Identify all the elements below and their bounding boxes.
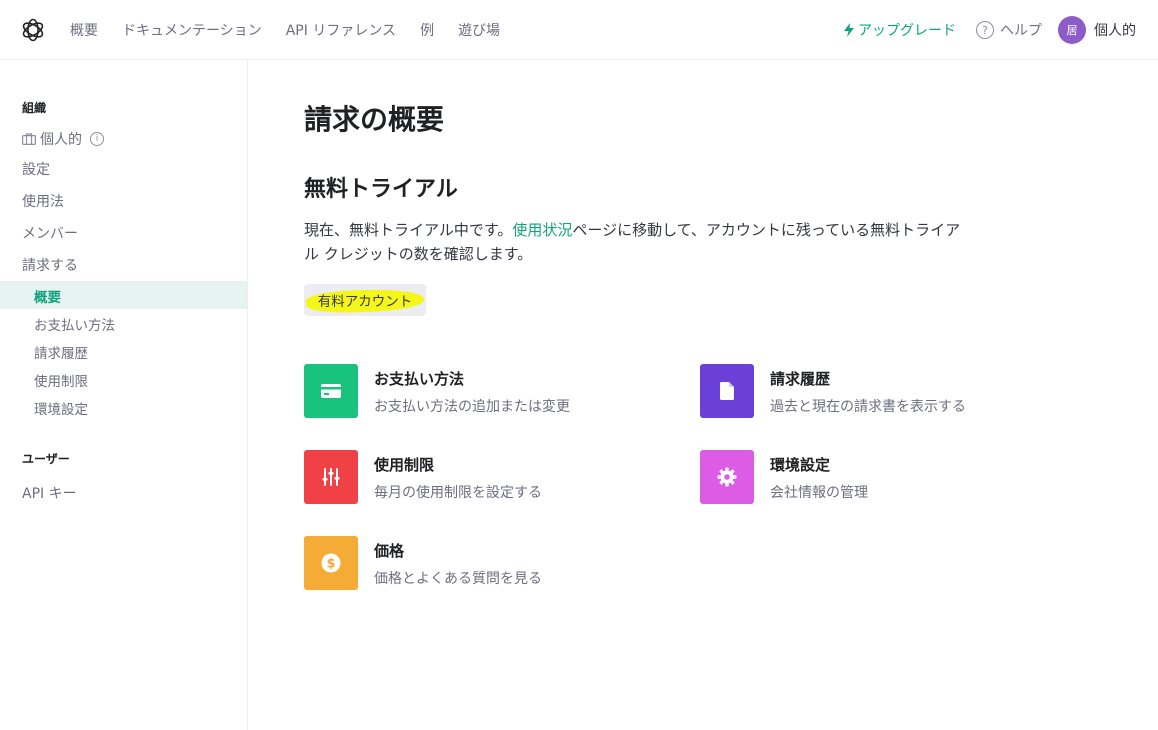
main-nav: 概要 ドキュメンテーション API リファレンス 例 遊び場	[70, 0, 524, 60]
card-title: 価格	[374, 542, 405, 560]
page-title: 請求の概要	[304, 103, 445, 136]
document-icon	[700, 364, 754, 418]
sidebar-item-api-keys[interactable]: API キー	[22, 483, 77, 503]
card-subtitle: 価格とよくある質問を見る	[374, 571, 542, 587]
usage-link[interactable]: 使用状況	[512, 221, 572, 239]
upgrade-label: アップグレード	[858, 23, 956, 39]
card-usage-limits[interactable]: 使用制限 毎月の使用制限を設定する	[304, 450, 542, 504]
user-label: 個人的	[1094, 23, 1136, 39]
avatar: 居	[1058, 16, 1086, 44]
card-pricing[interactable]: $ 価格 価格とよくある質問を見る	[304, 536, 542, 590]
paid-account-button[interactable]: 有料アカウント	[304, 284, 426, 316]
dollar-icon: $	[304, 536, 358, 590]
card-subtitle: 毎月の使用制限を設定する	[374, 485, 542, 501]
help-label: ヘルプ	[1000, 23, 1042, 39]
sidebar-sub-payment-methods[interactable]: お支払い方法	[34, 314, 115, 334]
nav-documentation[interactable]: ドキュメンテーション	[122, 20, 262, 40]
card-billing-history[interactable]: 請求履歴 過去と現在の請求書を表示する	[700, 364, 966, 418]
openai-logo-icon[interactable]	[20, 17, 46, 43]
card-subtitle: お支払い方法の追加または変更	[374, 399, 570, 415]
org-name: 個人的	[40, 132, 82, 148]
help-icon: ?	[976, 21, 994, 39]
paid-account-label: 有料アカウント	[317, 294, 413, 310]
help-link[interactable]: ? ヘルプ	[976, 20, 1042, 40]
org-selector[interactable]: 個人的 i	[22, 129, 104, 149]
gear-icon	[700, 450, 754, 504]
nav-api-reference[interactable]: API リファレンス	[286, 20, 396, 40]
nav-playground[interactable]: 遊び場	[458, 20, 500, 40]
card-title: 請求履歴	[770, 370, 831, 388]
sidebar-item-billing[interactable]: 請求する	[22, 255, 78, 275]
nav-examples[interactable]: 例	[420, 20, 434, 40]
card-title: 環境設定	[770, 456, 831, 474]
credit-card-icon	[304, 364, 358, 418]
sidebar-sub-overview[interactable]: 概要	[34, 286, 61, 306]
sidebar-sub-billing-history[interactable]: 請求履歴	[34, 342, 88, 362]
section-title: 無料トライアル	[304, 177, 458, 202]
sidebar-sub-preferences[interactable]: 環境設定	[34, 398, 88, 418]
user-menu[interactable]: 居 個人的	[1058, 16, 1136, 44]
card-subtitle: 会社情報の管理	[770, 485, 868, 501]
upgrade-link[interactable]: アップグレード	[843, 20, 956, 40]
desc-text-before: 現在、無料トライアル中です。	[304, 221, 513, 239]
sidebar-item-settings[interactable]: 設定	[22, 159, 50, 179]
briefcase-icon	[22, 133, 36, 145]
sidebar: 組織 個人的 i 設定 使用法 メンバー 請求する 概要 お支払い方法 請求履歴…	[0, 60, 248, 730]
sidebar-item-members[interactable]: メンバー	[22, 223, 78, 243]
lightning-icon	[844, 23, 854, 37]
top-navbar: 概要 ドキュメンテーション API リファレンス 例 遊び場 アップグレード ?…	[0, 0, 1158, 60]
card-title: 使用制限	[374, 456, 435, 474]
svg-text:$: $	[326, 557, 335, 572]
card-subtitle: 過去と現在の請求書を表示する	[770, 399, 966, 415]
sidebar-item-usage[interactable]: 使用法	[22, 191, 64, 211]
nav-overview[interactable]: 概要	[70, 20, 98, 40]
sliders-icon	[304, 450, 358, 504]
nav-right: アップグレード ? ヘルプ 居 個人的	[843, 0, 1136, 60]
sidebar-sub-usage-limits[interactable]: 使用制限	[34, 370, 88, 390]
card-preferences[interactable]: 環境設定 会社情報の管理	[700, 450, 868, 504]
info-icon[interactable]: i	[90, 132, 104, 146]
card-payment-methods[interactable]: お支払い方法 お支払い方法の追加または変更	[304, 364, 570, 418]
org-heading: 組織	[22, 101, 47, 115]
user-heading: ユーザー	[22, 452, 70, 466]
trial-description: 現在、無料トライアル中です。使用状況ページに移動して、アカウントに残っている無料…	[304, 218, 964, 266]
card-title: お支払い方法	[374, 370, 465, 388]
